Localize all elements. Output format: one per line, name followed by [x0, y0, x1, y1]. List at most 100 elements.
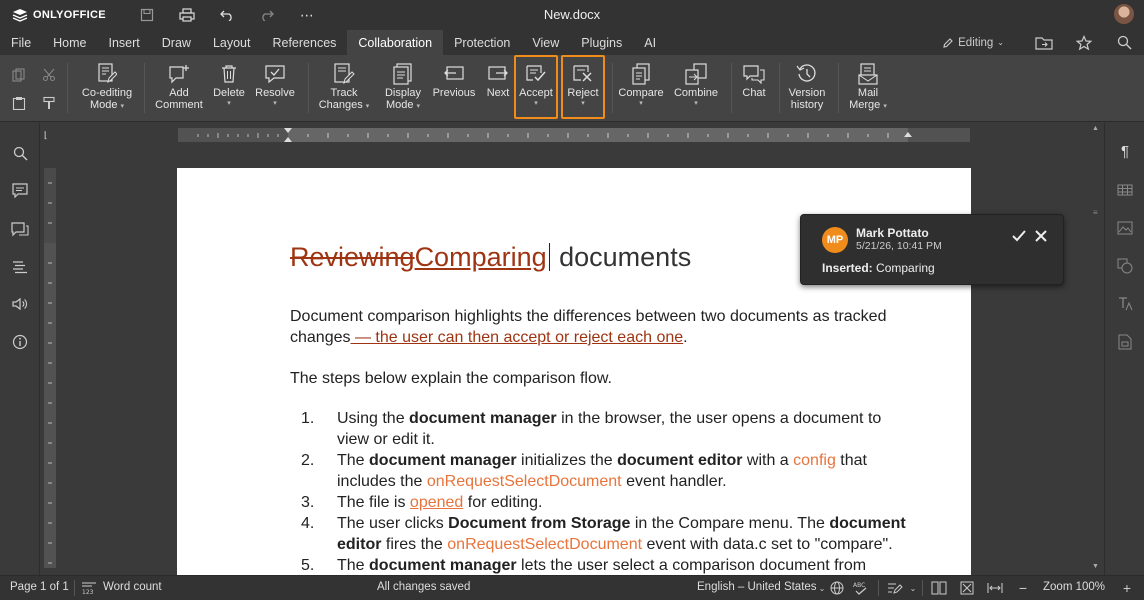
- zoom-in-icon[interactable]: +: [1118, 580, 1136, 596]
- editing-mode-dropdown[interactable]: Editing ⌄: [942, 37, 1004, 49]
- tab-insert[interactable]: Insert: [98, 30, 151, 55]
- chat-button[interactable]: Chat: [737, 63, 771, 99]
- shape-settings-icon[interactable]: [1115, 256, 1135, 276]
- scroll-thumb[interactable]: ≡: [1093, 208, 1100, 222]
- combine-button[interactable]: Combine ▾: [670, 63, 722, 108]
- reject-button[interactable]: Reject ▾: [563, 63, 603, 108]
- tab-protection[interactable]: Protection: [443, 30, 521, 55]
- list-item[interactable]: 5. The document manager lets the user sel…: [290, 555, 910, 575]
- print-icon[interactable]: [178, 6, 196, 24]
- open-location-icon[interactable]: [1024, 36, 1064, 50]
- form-settings-icon[interactable]: [1115, 332, 1135, 352]
- inline-link[interactable]: onRequestSelectDocument: [447, 536, 642, 553]
- favorite-star-icon[interactable]: [1064, 34, 1104, 51]
- track-changes-button[interactable]: Track Changes ▾: [314, 63, 374, 111]
- reject-change-icon[interactable]: [1033, 228, 1049, 244]
- co-editing-mode-button[interactable]: Co-editing Mode ▾: [80, 63, 134, 111]
- info-icon[interactable]: [10, 332, 30, 352]
- fit-to-width-icon[interactable]: [986, 580, 1004, 596]
- table-settings-icon[interactable]: [1115, 180, 1135, 200]
- more-icon[interactable]: ⋯: [298, 6, 316, 24]
- document-heading[interactable]: ReviewingComparing documents: [290, 242, 691, 273]
- navigation-icon[interactable]: [10, 257, 30, 277]
- tab-plugins[interactable]: Plugins: [570, 30, 633, 55]
- inline-link[interactable]: opened: [410, 494, 463, 511]
- document-canvas[interactable]: ReviewingComparing documents Document co…: [40, 123, 1104, 575]
- redo-icon[interactable]: [258, 6, 276, 24]
- horizontal-ruler[interactable]: [178, 128, 970, 142]
- list-item[interactable]: 2. The document manager initializes the d…: [290, 450, 910, 492]
- tab-view[interactable]: View: [521, 30, 570, 55]
- previous-change-button[interactable]: Previous: [431, 63, 477, 99]
- inline-link[interactable]: onRequestSelectDocument: [427, 473, 622, 490]
- display-mode-button[interactable]: Display Mode ▾: [378, 63, 428, 111]
- track-changes-status-icon[interactable]: [886, 580, 904, 596]
- delete-comment-button[interactable]: Delete ▾: [210, 63, 248, 108]
- vertical-ruler[interactable]: [44, 168, 56, 568]
- word-count-button[interactable]: Word count: [103, 581, 162, 593]
- change-date: 5/21/26, 10:41 PM: [856, 240, 942, 252]
- compare-button[interactable]: Compare ▾: [616, 63, 666, 108]
- deleted-text[interactable]: Reviewing: [290, 242, 415, 272]
- next-change-button[interactable]: Next: [481, 63, 515, 99]
- tab-home[interactable]: Home: [42, 30, 97, 55]
- undo-icon[interactable]: [218, 6, 236, 24]
- text-art-settings-icon[interactable]: [1115, 294, 1135, 314]
- inline-link[interactable]: config: [793, 452, 836, 469]
- user-avatar[interactable]: [1114, 4, 1134, 24]
- spellcheck-icon[interactable]: ABC: [852, 580, 870, 596]
- speaker-icon[interactable]: [10, 294, 30, 314]
- trash-icon: [218, 63, 240, 85]
- chat-label: Chat: [742, 87, 766, 99]
- zoom-level[interactable]: Zoom 100%: [1043, 581, 1105, 593]
- list-item[interactable]: 3. The file is opened for editing.: [290, 492, 910, 513]
- language-selector[interactable]: English – United States: [697, 581, 817, 593]
- next-change-icon: [487, 63, 509, 85]
- list-item[interactable]: 1. Using the document manager in the brow…: [290, 408, 910, 450]
- vertical-scrollbar[interactable]: ▲ ≡ ▼: [1090, 123, 1104, 575]
- zoom-out-icon[interactable]: −: [1014, 580, 1032, 596]
- scroll-down-icon[interactable]: ▼: [1092, 563, 1102, 573]
- fit-to-page-icon[interactable]: [958, 580, 976, 596]
- accept-button[interactable]: Accept ▾: [516, 63, 556, 108]
- tab-stop-selector[interactable]: ⌊: [44, 130, 54, 140]
- chevron-down-icon: ▾: [694, 100, 698, 107]
- tab-ai[interactable]: AI: [633, 30, 667, 55]
- track-changes-panel-icon[interactable]: [10, 219, 30, 239]
- right-sidebar: ¶: [1104, 123, 1144, 575]
- search-icon[interactable]: [10, 143, 30, 163]
- cut-icon[interactable]: [40, 66, 58, 84]
- onlyoffice-logo-icon: [12, 9, 28, 22]
- accept-change-icon[interactable]: [1011, 228, 1027, 244]
- list-item[interactable]: 4. The user clicks Document from Storage …: [290, 513, 910, 555]
- save-status: All changes saved: [377, 581, 471, 593]
- save-icon[interactable]: [138, 6, 156, 24]
- paragraph-settings-icon[interactable]: ¶: [1115, 141, 1135, 161]
- paragraph-1[interactable]: Document comparison highlights the diffe…: [290, 306, 900, 348]
- multi-page-view-icon[interactable]: [930, 580, 948, 596]
- paste-icon[interactable]: [10, 94, 28, 112]
- tab-references[interactable]: References: [261, 30, 347, 55]
- resolve-button[interactable]: Resolve ▾: [252, 63, 298, 108]
- copy-icon[interactable]: [10, 66, 28, 84]
- add-comment-button[interactable]: Add Comment: [152, 63, 206, 111]
- version-history-button[interactable]: Version history: [784, 63, 830, 111]
- tab-draw[interactable]: Draw: [151, 30, 202, 55]
- format-painter-icon[interactable]: [40, 94, 58, 112]
- paragraph-1-inserted[interactable]: — the user can then accept or reject eac…: [351, 329, 683, 346]
- tab-file[interactable]: File: [0, 30, 42, 55]
- globe-icon[interactable]: [828, 580, 846, 596]
- comments-icon[interactable]: [10, 180, 30, 200]
- paragraph-2[interactable]: The steps below explain the comparison f…: [290, 368, 900, 389]
- mail-merge-button[interactable]: Mail Merge ▾: [845, 63, 891, 111]
- inserted-text[interactable]: Comparing: [415, 242, 547, 272]
- page-indicator[interactable]: Page 1 of 1: [10, 581, 69, 593]
- tab-layout[interactable]: Layout: [202, 30, 262, 55]
- chevron-down-icon[interactable]: ⌄: [904, 580, 922, 596]
- menu-bar: File Home Insert Draw Layout References …: [0, 30, 1144, 55]
- image-settings-icon[interactable]: [1115, 218, 1135, 238]
- search-icon[interactable]: [1104, 35, 1144, 50]
- steps-list[interactable]: 1. Using the document manager in the brow…: [290, 408, 910, 575]
- scroll-up-icon[interactable]: ▲: [1092, 125, 1102, 135]
- tab-collaboration[interactable]: Collaboration: [347, 30, 444, 55]
